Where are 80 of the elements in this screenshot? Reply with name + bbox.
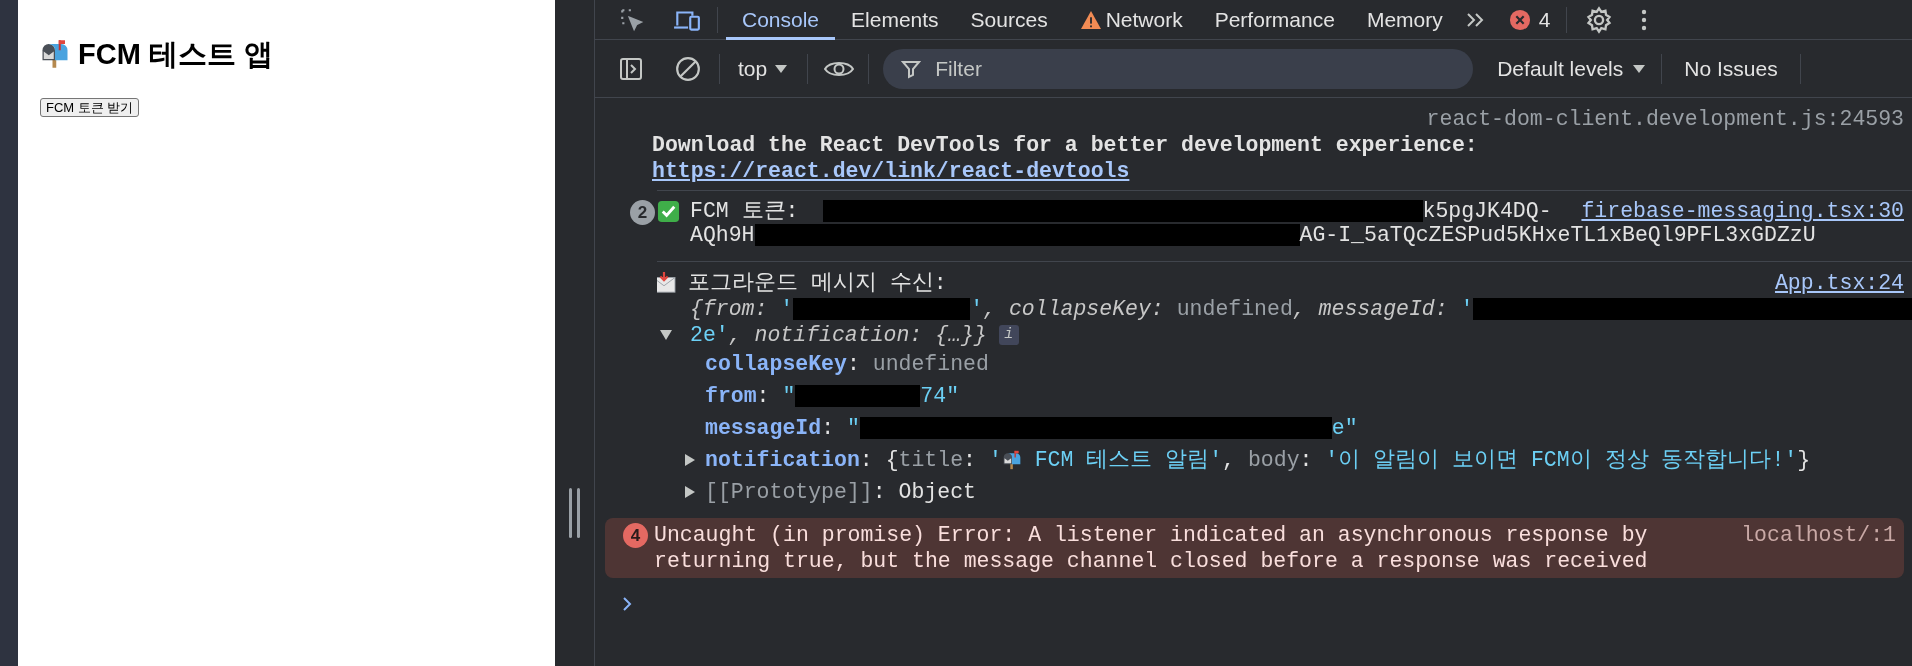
more-options-icon[interactable] (1641, 7, 1648, 32)
property-text: from (705, 383, 757, 410)
check-icon (657, 199, 680, 223)
property-text: : (756, 383, 771, 410)
source-location: react-dom-client.development.js:24593 (1426, 106, 1904, 132)
devtools-tab[interactable]: Memory (1350, 0, 1459, 40)
property-text: : (846, 351, 861, 378)
source-link[interactable]: App.tsx:24 (1774, 270, 1904, 296)
property-text: [[Prototype]] (705, 479, 873, 506)
log-text: AQh9H (690, 223, 755, 247)
devtools-tab[interactable]: Elements (835, 0, 955, 40)
mailbox-icon (40, 39, 70, 69)
object-preview-text: , messageId: (1292, 296, 1449, 322)
issues-button[interactable]: No Issues (1684, 52, 1778, 85)
property-text: : { (859, 447, 899, 474)
property-text: " (846, 415, 860, 442)
drag-handle[interactable] (568, 488, 581, 538)
log-levels-dropdown[interactable]: Default levels (1497, 52, 1646, 85)
devtools-tab[interactable]: Sources (954, 0, 1064, 40)
envelope-icon (657, 272, 676, 294)
filter-field[interactable]: Filter (883, 48, 1474, 89)
settings-icon[interactable] (1585, 5, 1614, 34)
log-text: FCM 토큰: (690, 199, 799, 223)
property-text: 74" (920, 383, 960, 410)
warning-icon (1079, 9, 1102, 30)
log-message: 포그라운드 메시지 수신: (688, 270, 947, 296)
devtools-tab[interactable]: Console (726, 0, 836, 40)
property-text: } (1797, 447, 1811, 474)
caret-icon (775, 64, 788, 73)
object-preview-text: {from: (690, 296, 769, 322)
property-text: : (821, 415, 836, 442)
object-preview-text: ' (970, 296, 984, 322)
property-text: ' (988, 447, 1002, 474)
property-text: title (898, 447, 964, 474)
page-title: FCM 테스트 앱 (78, 37, 273, 72)
sidebar-toggle-icon[interactable] (619, 56, 643, 81)
filter-icon (901, 58, 922, 79)
source-link[interactable]: firebase-messaging.tsx:30 (1581, 199, 1904, 223)
source-location: localhost/:1 (1741, 522, 1896, 548)
property-text: e" (1331, 415, 1358, 442)
expand-arrow-icon[interactable] (685, 454, 695, 466)
repeat-count-badge: 4 (623, 523, 648, 548)
property-text: " (782, 383, 796, 410)
property-text: , (1222, 447, 1236, 474)
object-preview-text: undefined (1176, 296, 1293, 322)
object-preview-text: ' (780, 296, 794, 322)
property-text: '이 알림이 보이면 FCM이 정상 동작합니다!' (1325, 447, 1798, 474)
object-preview-text: 2e' (690, 322, 729, 348)
devtools-tab[interactable]: Performance (1198, 0, 1351, 40)
context-dropdown[interactable]: top (732, 52, 794, 85)
property-text: undefined (872, 351, 989, 378)
object-preview-text: ' (1460, 296, 1474, 322)
clear-console-icon[interactable] (675, 55, 701, 82)
error-message: Uncaught (in promise) Error: A listener indicated an asynchronous response by returning true, but the message channel closed before a response was received (654, 522, 1649, 574)
collapse-arrow-icon[interactable] (660, 330, 672, 340)
mailbox-icon (1001, 450, 1022, 470)
property-text: body (1247, 447, 1300, 474)
property-text: : Object (872, 479, 976, 506)
repeat-count-badge: 2 (630, 200, 655, 225)
object-preview-text: , collapseKey: (983, 296, 1165, 322)
caret-icon (1633, 64, 1646, 73)
property-text: collapseKey (705, 351, 847, 378)
log-message: Download the React DevTools for a better development experience: (652, 132, 1478, 158)
devtools-link[interactable]: https://react.dev/link/react-devtools (652, 158, 1130, 184)
error-icon (1508, 8, 1531, 31)
error-count-button[interactable]: 4 (1508, 3, 1551, 36)
log-text: k5pgJK4DQ- (1422, 199, 1552, 223)
prompt-icon[interactable] (622, 596, 632, 612)
property-text: : (963, 447, 977, 474)
devtools-tab[interactable]: Network (1063, 0, 1199, 40)
property-text: messageId (705, 415, 822, 442)
object-preview-text: , notification: {…}} (728, 322, 987, 348)
expand-arrow-icon[interactable] (685, 486, 695, 498)
property-text: : (1299, 447, 1314, 474)
get-token-button[interactable]: FCM 토큰 받기 (40, 98, 140, 117)
info-badge[interactable]: i (998, 325, 1019, 345)
log-text: AG-I_5aTQcZESPud5KHxeTL1xBeQl9PFL3xGDZzU (1299, 223, 1816, 247)
property-text: notification (705, 447, 860, 474)
inspect-icon[interactable] (619, 6, 645, 33)
property-text: FCM 테스트 알림' (1033, 447, 1223, 474)
